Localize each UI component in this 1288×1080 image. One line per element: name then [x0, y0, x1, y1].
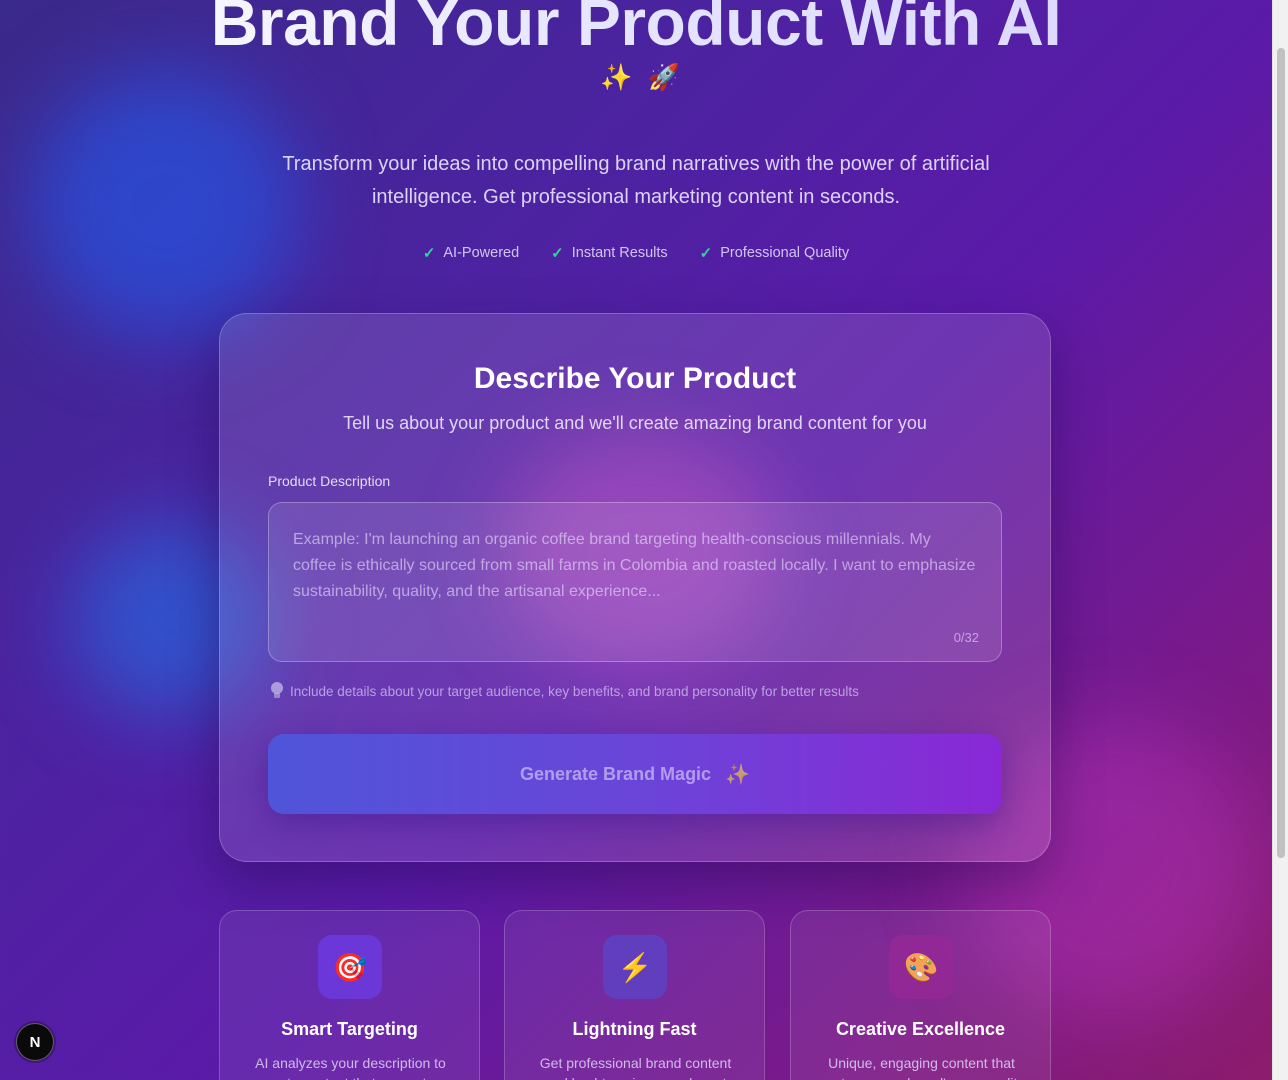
- check-icon: ✓: [699, 245, 713, 262]
- badge-label: AI-Powered: [443, 245, 520, 261]
- form-title: Describe Your Product: [473, 362, 797, 395]
- hero-subtitle: Transform your ideas into compelling bra…: [282, 153, 990, 208]
- product-description-label: Product Description: [268, 473, 391, 489]
- badge-label: Instant Results: [571, 245, 668, 261]
- badge-label: Professional Quality: [720, 245, 850, 261]
- target-icon: 🎯: [318, 935, 382, 999]
- hint-text: Include details about your target audien…: [290, 683, 859, 699]
- lightning-icon: ⚡: [603, 935, 667, 999]
- feature-title: Smart Targeting: [281, 1019, 418, 1039]
- badge-professional-quality: ✓ Professional Quality: [700, 244, 850, 262]
- textarea-placeholder: Example: I'm launching an organic coffee…: [293, 531, 976, 600]
- feature-description: Get professional brand content and hasht…: [539, 1055, 732, 1080]
- feature-card-smart-targeting: 🎯 Smart Targeting AI analyzes your descr…: [219, 910, 480, 1080]
- check-icon: ✓: [422, 245, 436, 262]
- feature-description: AI analyzes your description to create c…: [255, 1055, 446, 1080]
- form-subtitle: Tell us about your product and we'll cre…: [343, 413, 927, 433]
- vertical-scrollbar[interactable]: [1272, 0, 1288, 1080]
- feature-title: Lightning Fast: [572, 1019, 697, 1039]
- feature-badges: ✓ AI-Powered ✓ Instant Results ✓ Profess…: [0, 244, 1272, 262]
- product-description-input[interactable]: Example: I'm launching an organic coffee…: [268, 502, 1002, 662]
- hero-title: Brand Your Product With AI: [0, 0, 1272, 60]
- page: Brand Your Product With AI ✨ 🚀 Transform…: [0, 0, 1272, 1080]
- feature-card-creative-excellence: 🎨 Creative Excellence Unique, engaging c…: [790, 910, 1051, 1080]
- feature-title: Creative Excellence: [835, 1019, 1006, 1039]
- palette-icon: 🎨: [889, 935, 953, 999]
- badge-ai-powered: ✓ AI-Powered: [423, 244, 519, 262]
- check-icon: ✓: [551, 245, 564, 262]
- sparkle-icon: ✨: [725, 763, 750, 786]
- input-hint: Include details about your target audien…: [270, 682, 859, 700]
- badge-instant-results: ✓ Instant Results: [551, 244, 668, 262]
- sparkle-rocket-icon: ✨ 🚀: [600, 62, 684, 92]
- feature-card-lightning-fast: ⚡ Lightning Fast Get professional brand …: [504, 910, 765, 1080]
- button-label: Generate Brand Magic: [520, 763, 712, 784]
- product-form-card: Describe Your Product Tell us about your…: [219, 313, 1051, 862]
- scrollbar-thumb[interactable]: [1277, 48, 1285, 858]
- feature-description: Unique, engaging content that captures y…: [819, 1055, 1025, 1080]
- character-counter: 0/32: [953, 630, 979, 645]
- generate-brand-magic-button[interactable]: Generate Brand Magic ✨: [268, 734, 1002, 814]
- lightbulb-icon: [270, 682, 284, 700]
- nextjs-dev-badge[interactable]: N: [16, 1023, 54, 1061]
